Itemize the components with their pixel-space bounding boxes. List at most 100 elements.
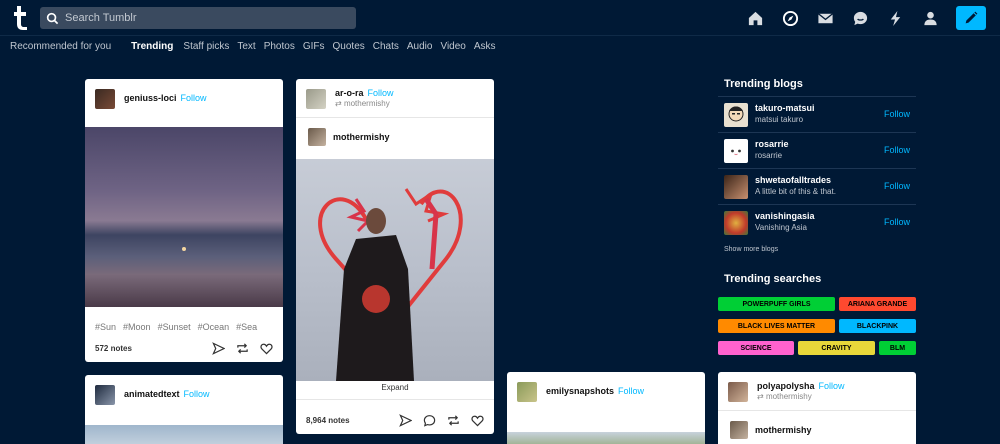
- post-photo[interactable]: [85, 127, 283, 307]
- trending-blogs-title: Trending blogs: [724, 78, 803, 90]
- trending-search-pill[interactable]: BLACKPINK: [839, 319, 916, 333]
- post-photo[interactable]: [296, 159, 494, 381]
- tab-audio[interactable]: Audio: [407, 41, 433, 55]
- account-icon[interactable]: [918, 6, 942, 30]
- avatar[interactable]: [724, 139, 748, 163]
- avatar[interactable]: [308, 128, 326, 146]
- post-photo[interactable]: [85, 425, 283, 444]
- home-icon[interactable]: [743, 6, 767, 30]
- avatar[interactable]: [728, 382, 748, 402]
- follow-button[interactable]: Follow: [368, 88, 394, 98]
- moon-reflection: [182, 247, 186, 251]
- tab-gifs[interactable]: GIFs: [303, 41, 325, 55]
- expand-button[interactable]: Expand: [296, 383, 494, 392]
- post-card: animatedtext Follow: [85, 375, 283, 444]
- divider: [718, 410, 916, 411]
- explore-icon[interactable]: [778, 6, 802, 30]
- avatar-art: [728, 106, 744, 122]
- tab-asks[interactable]: Asks: [474, 41, 496, 55]
- reblog-small-icon: ⇄: [757, 392, 766, 401]
- avatar[interactable]: [95, 385, 115, 405]
- compose-button[interactable]: [956, 6, 986, 30]
- top-bar: [0, 0, 1000, 36]
- messages-icon[interactable]: [848, 6, 872, 30]
- divider: [296, 399, 494, 400]
- header-icons: [732, 6, 986, 30]
- follow-button[interactable]: Follow: [884, 109, 910, 119]
- tab-chats[interactable]: Chats: [373, 41, 399, 55]
- post-username[interactable]: animatedtext: [124, 389, 180, 399]
- tab-quotes[interactable]: Quotes: [333, 41, 365, 55]
- blog-name[interactable]: rosarrie: [755, 139, 789, 149]
- post-username[interactable]: emilysnapshots: [546, 386, 614, 396]
- follow-button[interactable]: Follow: [618, 386, 644, 396]
- avatar[interactable]: [306, 89, 326, 109]
- reblog-icon[interactable]: [235, 341, 249, 355]
- trending-blog-row[interactable]: takuro-matsui matsui takuro Follow: [718, 97, 916, 133]
- tab-recommended[interactable]: Recommended for you: [10, 41, 111, 55]
- like-icon[interactable]: [470, 413, 484, 427]
- tag[interactable]: #Sunset: [158, 322, 191, 332]
- explore-nav: Recommended for you Trending Staff picks…: [10, 41, 504, 55]
- activity-icon[interactable]: [883, 6, 907, 30]
- blog-description: rosarrie: [755, 151, 783, 160]
- trending-search-pill[interactable]: ARIANA GRANDE: [839, 297, 916, 311]
- share-icon[interactable]: [211, 341, 225, 355]
- tag[interactable]: #Ocean: [198, 322, 230, 332]
- tag[interactable]: #Sun: [95, 322, 116, 332]
- show-more-blogs-link[interactable]: Show more blogs: [724, 246, 778, 253]
- tab-video[interactable]: Video: [440, 41, 465, 55]
- post-actions: [388, 413, 484, 427]
- avatar[interactable]: [517, 382, 537, 402]
- blog-name[interactable]: shwetaofalltrades: [755, 175, 831, 185]
- tab-text[interactable]: Text: [237, 41, 255, 55]
- post-username[interactable]: polyapolysha: [757, 381, 815, 391]
- tab-staff-picks[interactable]: Staff picks: [183, 41, 229, 55]
- notes-count[interactable]: 8,964 notes: [306, 416, 350, 425]
- follow-button[interactable]: Follow: [181, 93, 207, 103]
- trending-blog-row[interactable]: vanishingasia Vanishing Asia Follow: [718, 205, 916, 241]
- avatar[interactable]: [724, 103, 748, 127]
- trending-blog-row[interactable]: rosarrie rosarrie Follow: [718, 133, 916, 169]
- follow-button[interactable]: Follow: [884, 145, 910, 155]
- trending-blog-row[interactable]: shwetaofalltrades A little bit of this &…: [718, 169, 916, 205]
- search-bar[interactable]: [40, 7, 356, 29]
- post-photo[interactable]: [507, 432, 705, 444]
- tab-trending[interactable]: Trending: [131, 41, 173, 55]
- tumblr-logo-icon[interactable]: [12, 5, 30, 31]
- blog-name[interactable]: takuro-matsui: [755, 103, 815, 113]
- post-username[interactable]: ar-o-ra: [335, 88, 364, 98]
- inner-username[interactable]: mothermishy: [755, 425, 812, 435]
- reblogged-from[interactable]: mothermishy: [766, 392, 812, 401]
- tag[interactable]: #Moon: [123, 322, 151, 332]
- follow-button[interactable]: Follow: [184, 389, 210, 399]
- avatar[interactable]: [95, 89, 115, 109]
- inner-username[interactable]: mothermishy: [333, 132, 390, 142]
- trending-search-pill[interactable]: POWERPUFF GIRLS: [718, 297, 835, 311]
- reblog-icon[interactable]: [446, 413, 460, 427]
- post-username[interactable]: geniuss-loci: [124, 93, 177, 103]
- reblogged-from[interactable]: mothermishy: [344, 99, 390, 108]
- trending-search-pill[interactable]: BLM: [879, 341, 916, 355]
- post-card: ar-o-ra Follow ⇄ mothermishy mothermishy …: [296, 79, 494, 434]
- avatar[interactable]: [724, 175, 748, 199]
- trending-search-pill[interactable]: CRAVITY: [798, 341, 875, 355]
- share-icon[interactable]: [398, 413, 412, 427]
- avatar[interactable]: [724, 211, 748, 235]
- notes-count[interactable]: 572 notes: [95, 344, 132, 353]
- blog-name[interactable]: vanishingasia: [755, 211, 815, 221]
- post-actions: [201, 341, 273, 355]
- trending-search-pill[interactable]: SCIENCE: [718, 341, 794, 355]
- inbox-icon[interactable]: [813, 6, 837, 30]
- tab-photos[interactable]: Photos: [264, 41, 295, 55]
- tag[interactable]: #Sea: [236, 322, 257, 332]
- like-icon[interactable]: [259, 341, 273, 355]
- reply-icon[interactable]: [422, 413, 436, 427]
- search-input[interactable]: [65, 12, 345, 24]
- avatar[interactable]: [730, 421, 748, 439]
- search-icon: [46, 12, 59, 24]
- follow-button[interactable]: Follow: [884, 217, 910, 227]
- follow-button[interactable]: Follow: [819, 381, 845, 391]
- follow-button[interactable]: Follow: [884, 181, 910, 191]
- trending-search-pill[interactable]: BLACK LIVES MATTER: [718, 319, 835, 333]
